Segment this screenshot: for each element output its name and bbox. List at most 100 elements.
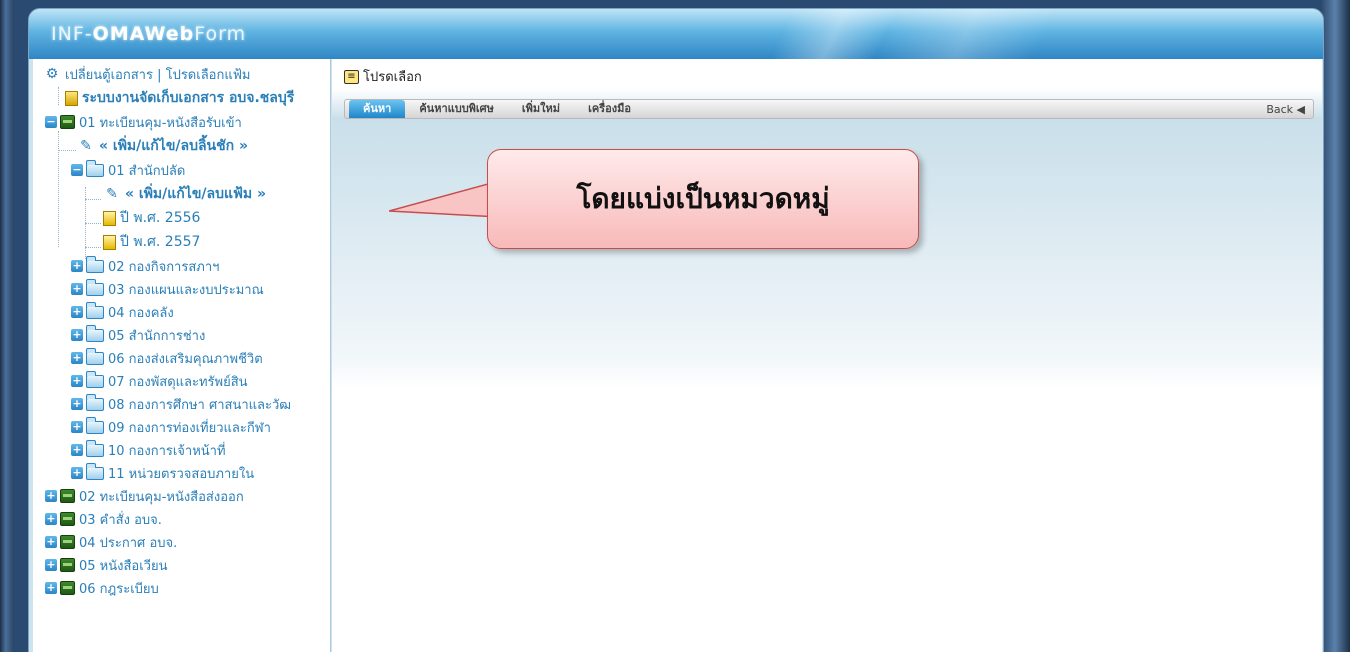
- tree-item-cabinet[interactable]: + 03 คำสั่ง อบจ.: [45, 508, 162, 530]
- expand-icon[interactable]: +: [71, 421, 83, 433]
- folder-icon: [86, 439, 104, 457]
- expand-icon[interactable]: +: [71, 283, 83, 295]
- tree-item-label: 04 กองคลัง: [108, 305, 174, 321]
- tree-guide-line: [58, 87, 59, 105]
- page-title: ≡ โปรดเลือก: [344, 66, 422, 87]
- folder-icon: [86, 159, 104, 177]
- folder-icon: [86, 347, 104, 365]
- tree-item-cabinet[interactable]: + 05 หนังสือเวียน: [45, 554, 167, 576]
- tree-item-label: 02 กองกิจการสภาฯ: [108, 259, 220, 275]
- tree-guide-line: [85, 223, 101, 224]
- tree-item-dept[interactable]: + 03 กองแผนและงบประมาณ: [71, 278, 264, 300]
- tree-item-label: 02 ทะเบียนคุม-หนังสือส่งออก: [79, 489, 244, 505]
- tree-item-cabinet[interactable]: + 04 ประกาศ อบจ.: [45, 531, 177, 553]
- change-cabinet-label: เปลี่ยนตู้เอกสาร | โปรดเลือกแฟ้ม: [65, 67, 251, 83]
- edit-cabinet-icon: ✎: [80, 138, 92, 154]
- tab-advanced-search[interactable]: ค้นหาแบบพิเศษ: [405, 100, 508, 118]
- expand-icon[interactable]: +: [71, 329, 83, 341]
- collapse-icon[interactable]: −: [45, 116, 57, 128]
- expand-icon[interactable]: +: [45, 582, 57, 594]
- folder-icon: [86, 416, 104, 434]
- expand-icon[interactable]: +: [45, 559, 57, 571]
- tree-item-label: ปี พ.ศ. 2556: [120, 210, 201, 226]
- tree-item-label: 01 ทะเบียนคุม-หนังสือรับเข้า: [79, 115, 242, 131]
- green-cabinet-icon: [60, 512, 75, 526]
- expand-icon[interactable]: +: [71, 398, 83, 410]
- tree-item-dept[interactable]: + 10 กองการเจ้าหน้าที่: [71, 439, 226, 461]
- green-cabinet-icon: [60, 535, 75, 549]
- yellow-file-icon: [103, 210, 116, 226]
- tree-item-label: 07 กองพัสดุและทรัพย์สิน: [108, 374, 248, 390]
- folder-icon: [86, 393, 104, 411]
- change-cabinet-link[interactable]: ⚙ เปลี่ยนตู้เอกสาร | โปรดเลือกแฟ้ม: [43, 63, 251, 85]
- folder-icon: [86, 324, 104, 342]
- tree-item-label: « เพิ่ม/แก้ไข/ลบแฟ้ม »: [125, 186, 267, 202]
- expand-icon[interactable]: +: [71, 306, 83, 318]
- tab-search[interactable]: ค้นหา: [349, 100, 406, 118]
- app-logo: INF-OMAWebForm: [51, 23, 246, 45]
- tree-item-dept[interactable]: + 11 หน่วยตรวจสอบภายใน: [71, 462, 254, 484]
- tab-bar: ค้นหา ค้นหาแบบพิเศษ เพิ่มใหม่ เครื่องมือ…: [344, 99, 1314, 119]
- tree-item-dept[interactable]: + 04 กองคลัง: [71, 301, 174, 323]
- collapse-icon[interactable]: −: [71, 164, 83, 176]
- expand-icon[interactable]: +: [45, 536, 57, 548]
- tree-item-cabinet[interactable]: + 06 กฎระเบียบ: [45, 577, 159, 599]
- app-frame: INF-OMAWebForm ⚙ เปลี่ยนตู้เอกสาร | โปรด…: [28, 8, 1324, 652]
- tree-item-office[interactable]: − 01 สำนักปลัด: [71, 159, 185, 181]
- logo-part-3: Form: [194, 23, 247, 45]
- tree-item-label: 06 กฎระเบียบ: [79, 581, 159, 597]
- main-panel: ≡ โปรดเลือก ค้นหา ค้นหาแบบพิเศษ เพิ่มใหม…: [332, 59, 1322, 652]
- tree-item-incoming[interactable]: − 01 ทะเบียนคุม-หนังสือรับเข้า: [45, 111, 242, 133]
- page-title-text: โปรดเลือก: [363, 70, 422, 85]
- callout-pointer: [389, 180, 499, 218]
- back-button[interactable]: Back ◀: [1266, 103, 1305, 116]
- tree-item-dept[interactable]: + 06 กองส่งเสริมคุณภาพชีวิต: [71, 347, 263, 369]
- folder-icon: [86, 278, 104, 296]
- expand-icon[interactable]: +: [45, 513, 57, 525]
- tree-item-label: 03 กองแผนและงบประมาณ: [108, 282, 264, 298]
- tree-guide-line: [58, 150, 76, 151]
- folder-icon: [86, 301, 104, 319]
- expand-icon[interactable]: +: [71, 444, 83, 456]
- expand-icon[interactable]: +: [45, 490, 57, 502]
- tree-root-label: ระบบงานจัดเก็บเอกสาร อบจ.ชลบุรี: [82, 90, 295, 106]
- tree-item-dept[interactable]: + 07 กองพัสดุและทรัพย์สิน: [71, 370, 248, 392]
- green-cabinet-icon: [60, 581, 75, 595]
- tree-item-label: 03 คำสั่ง อบจ.: [79, 512, 162, 528]
- tree-item-year-2557[interactable]: ปี พ.ศ. 2557: [103, 231, 200, 253]
- tab-tools[interactable]: เครื่องมือ: [574, 100, 645, 118]
- tree-item-cabinet[interactable]: + 02 ทะเบียนคุม-หนังสือส่งออก: [45, 485, 244, 507]
- expand-icon[interactable]: +: [71, 467, 83, 479]
- callout-text: โดยแบ่งเป็นหมวดหมู่: [576, 182, 830, 215]
- tree-item-label: ปี พ.ศ. 2557: [120, 234, 201, 250]
- yellow-file-icon: [103, 234, 116, 250]
- tree-item-label: « เพิ่ม/แก้ไข/ลบลิ้นชัก »: [99, 138, 249, 154]
- tree-item-dept[interactable]: + 09 กองการท่องเที่ยวและกีฬา: [71, 416, 271, 438]
- tree-item-edit-drawer[interactable]: ✎ « เพิ่ม/แก้ไข/ลบลิ้นชัก »: [77, 135, 248, 157]
- expand-icon[interactable]: +: [71, 375, 83, 387]
- green-cabinet-icon: [60, 489, 75, 503]
- tree-guide-line: [85, 199, 101, 200]
- tree-item-label: 06 กองส่งเสริมคุณภาพชีวิต: [108, 351, 263, 367]
- expand-icon[interactable]: +: [71, 260, 83, 272]
- green-cabinet-icon: [60, 558, 75, 572]
- sidebar-tree: ⚙ เปลี่ยนตู้เอกสาร | โปรดเลือกแฟ้ม ระบบง…: [33, 59, 331, 652]
- logo-part-2: OMAWeb: [92, 23, 195, 45]
- window-scrollbar[interactable]: [1320, 0, 1350, 652]
- tree-item-dept[interactable]: + 08 กองการศึกษา ศาสนาและวัฒ: [71, 393, 291, 415]
- expand-icon[interactable]: +: [71, 352, 83, 364]
- tree-item-dept[interactable]: + 02 กองกิจการสภาฯ: [71, 255, 219, 277]
- tree-item-label: 05 หนังสือเวียน: [79, 558, 168, 574]
- tree-guide-line: [85, 247, 101, 248]
- tree-item-label: 11 หน่วยตรวจสอบภายใน: [108, 466, 255, 482]
- app-header: INF-OMAWebForm: [29, 9, 1323, 59]
- tree-root[interactable]: ระบบงานจัดเก็บเอกสาร อบจ.ชลบุรี: [65, 87, 294, 109]
- tree-item-edit-folder[interactable]: ✎ « เพิ่ม/แก้ไข/ลบแฟ้ม »: [103, 183, 266, 205]
- green-cabinet-icon: [60, 115, 75, 129]
- cabinet-settings-icon: ⚙: [45, 66, 59, 82]
- tree-guide-line: [58, 131, 59, 247]
- tree-item-dept[interactable]: + 05 สำนักการช่าง: [71, 324, 205, 346]
- tree-item-label: 08 กองการศึกษา ศาสนาและวัฒ: [108, 397, 292, 413]
- tree-item-year-2556[interactable]: ปี พ.ศ. 2556: [103, 207, 200, 229]
- tab-add-new[interactable]: เพิ่มใหม่: [508, 100, 574, 118]
